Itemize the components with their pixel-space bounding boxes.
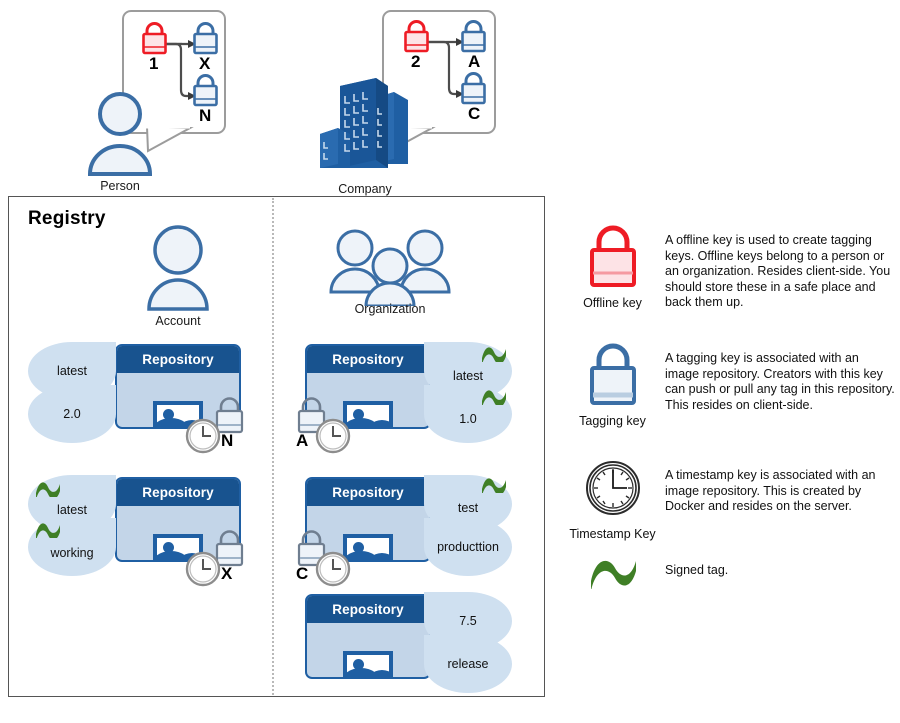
actor-company: 2 A C Company xyxy=(310,4,540,199)
tag-balloon[interactable]: 1.0 xyxy=(424,385,512,443)
repository-header: Repository xyxy=(117,346,239,373)
person-caption: Person xyxy=(100,179,140,193)
signed-tag-squiggle-icon xyxy=(482,347,506,362)
tag-label: working xyxy=(50,546,94,560)
tag-label: test xyxy=(457,501,479,515)
group-of-people-icon xyxy=(329,229,451,306)
legend-signed-tag-icon-wrap xyxy=(560,555,665,596)
organization-caption: Organization xyxy=(354,302,426,316)
legend-offline-key-caption: Offline key xyxy=(583,296,642,310)
tag-balloon[interactable]: release xyxy=(424,635,512,693)
signed-tag-squiggle-icon xyxy=(482,478,506,493)
person-tagging-key-label-1: X xyxy=(199,54,211,73)
legend-offline-key-icon-wrap: Offline key xyxy=(560,225,665,310)
person-tagging-key-label-2: N xyxy=(199,106,212,125)
repository-tagging-key-label: C xyxy=(296,564,309,583)
image-icon xyxy=(343,651,393,677)
offline-key-icon xyxy=(404,20,429,53)
repository-header: Repository xyxy=(307,596,429,623)
legend-signed-tag-description: Signed tag. xyxy=(665,563,729,577)
repository-tagging-key-label: N xyxy=(221,431,234,450)
offline-key-icon xyxy=(142,22,167,55)
repository-header: Repository xyxy=(117,479,239,506)
timestamp-key-clock-icon xyxy=(185,551,221,587)
account-caption: Account xyxy=(155,314,201,328)
company-tagging-key-label-1: A xyxy=(468,52,481,71)
company-tagging-key-label-2: C xyxy=(468,104,481,123)
company-caption: Company xyxy=(338,182,392,196)
offline-key-lock-icon xyxy=(589,225,636,287)
tagging-key-icon xyxy=(461,20,486,53)
legend-tagging-key-caption: Tagging key xyxy=(579,414,646,428)
person-icon xyxy=(87,92,153,176)
repository-tagging-key-label: X xyxy=(221,564,233,583)
tag-label: release xyxy=(447,657,489,671)
person-offline-key-label: 1 xyxy=(149,54,159,73)
repository-image-area xyxy=(307,623,429,677)
timestamp-key-clock-icon xyxy=(315,551,351,587)
tag-label: latest xyxy=(453,369,483,383)
signed-tag-squiggle-icon xyxy=(36,482,60,497)
legend-offline-key-description: A offline key is used to create tagging … xyxy=(665,233,891,310)
legend-timestamp-key-icon-wrap: Timestamp Key xyxy=(560,460,665,541)
tag-label: latest xyxy=(57,364,87,378)
tag-balloon[interactable]: working xyxy=(28,518,116,576)
timestamp-key-clock-icon xyxy=(585,461,640,515)
legend-tagging-key-description: A tagging key is associated with an imag… xyxy=(665,351,895,412)
legend-timestamp-key-description: A timestamp key is associated with an im… xyxy=(665,468,876,514)
tag-balloon[interactable]: 2.0 xyxy=(28,385,116,443)
repository-tagging-key-label: A xyxy=(296,431,309,450)
tagging-key-lock-icon xyxy=(589,343,636,405)
tag-label: latest xyxy=(57,503,87,517)
repository-header: Repository xyxy=(307,346,429,373)
tagging-key-icon xyxy=(461,72,486,105)
repository-card[interactable]: Repository xyxy=(305,594,431,679)
tagging-key-icon xyxy=(193,22,218,55)
timestamp-key-clock-icon xyxy=(315,418,351,454)
single-person-icon xyxy=(147,225,209,311)
tag-label: producttion xyxy=(437,540,499,554)
signed-tag-squiggle-icon xyxy=(590,560,636,591)
timestamp-key-clock-icon xyxy=(185,418,221,454)
company-buildings-icon xyxy=(320,78,408,168)
signed-tag-squiggle-icon xyxy=(36,523,60,538)
tag-label: 1.0 xyxy=(459,412,477,426)
legend-tagging-key-icon-wrap: Tagging key xyxy=(560,343,665,428)
registry-column-divider xyxy=(272,198,274,695)
tag-label: 7.5 xyxy=(459,614,477,628)
signed-tag-squiggle-icon xyxy=(482,390,506,405)
tag-label: 2.0 xyxy=(63,407,81,421)
repository-header: Repository xyxy=(307,479,429,506)
actor-person: 1 X N Person xyxy=(80,4,320,199)
page-title: Registry xyxy=(28,208,106,229)
legend-timestamp-key-caption: Timestamp Key xyxy=(569,527,656,541)
tagging-key-icon xyxy=(193,74,218,107)
tag-balloon[interactable]: producttion xyxy=(424,518,512,576)
